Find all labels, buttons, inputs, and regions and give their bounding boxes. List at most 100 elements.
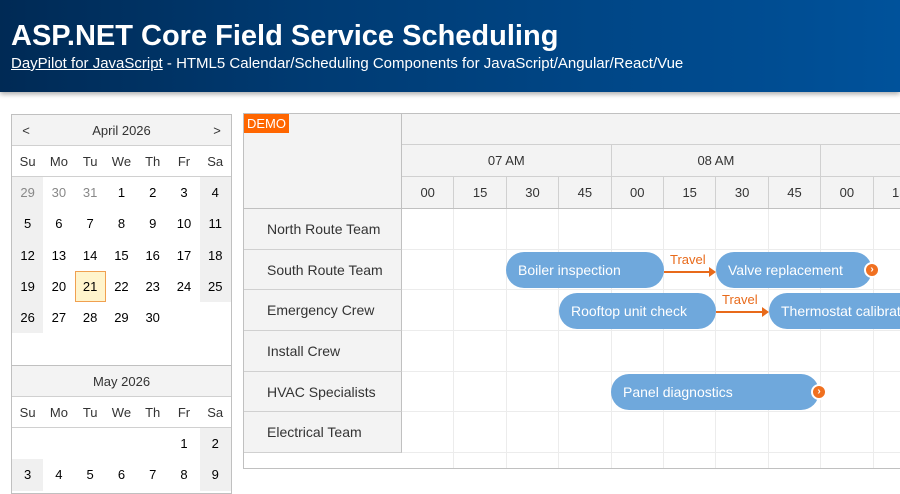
minute-header-cell: 15 bbox=[874, 177, 900, 208]
day-cell-empty bbox=[168, 302, 199, 333]
day-cell[interactable]: 26 bbox=[12, 302, 44, 334]
day-cell[interactable]: 9 bbox=[137, 208, 168, 239]
schedule-grid[interactable]: Boiler inspection Valve replacement › Rooft… bbox=[402, 209, 900, 468]
event-text: Rooftop unit check bbox=[571, 302, 687, 319]
event-text: Boiler inspection bbox=[518, 262, 621, 279]
day-cell[interactable]: 2 bbox=[199, 428, 231, 460]
day-cell[interactable]: 17 bbox=[168, 240, 199, 271]
event-bar[interactable]: Boiler inspection bbox=[506, 252, 664, 289]
day-cell[interactable]: 6 bbox=[43, 208, 74, 239]
day-cell[interactable]: 3 bbox=[168, 177, 199, 208]
weekday-label: Tu bbox=[82, 154, 98, 169]
day-cell[interactable]: 11 bbox=[199, 208, 231, 240]
scheduler-corner: DEMO bbox=[244, 114, 402, 209]
page-header: ASP.NET Core Field Service Scheduling Da… bbox=[0, 0, 900, 92]
day-cell[interactable]: 31 bbox=[75, 177, 106, 208]
subtitle-text: - HTML5 Calendar/Scheduling Components f… bbox=[162, 55, 684, 72]
day-cell[interactable]: 2 bbox=[137, 177, 168, 208]
day-cell-empty bbox=[106, 428, 137, 459]
day-cell[interactable]: 4 bbox=[43, 459, 74, 490]
minute-header-cell: 15 bbox=[664, 177, 717, 208]
daypilot-link[interactable]: DayPilot for JavaScript bbox=[11, 55, 163, 72]
day-cell-empty bbox=[137, 428, 168, 459]
day-cell[interactable]: 10 bbox=[168, 208, 199, 239]
day-cell[interactable]: 1 bbox=[168, 428, 199, 459]
weekday-label: Su bbox=[19, 154, 36, 169]
minute-header-cell: 30 bbox=[716, 177, 769, 208]
resource-row-header[interactable]: Install Crew bbox=[244, 331, 402, 372]
weekday-label: Th bbox=[145, 405, 161, 420]
timeline-minute-header: 00153045001530450015 bbox=[402, 177, 900, 209]
event-bar[interactable]: Panel diagnostics › bbox=[611, 374, 827, 411]
day-cell[interactable]: 30 bbox=[43, 177, 74, 208]
day-cell[interactable]: 23 bbox=[137, 271, 168, 302]
day-cell[interactable]: 16 bbox=[137, 240, 168, 271]
weekday-label: Mo bbox=[49, 154, 68, 169]
day-cell[interactable]: 18 bbox=[199, 239, 231, 271]
day-cell[interactable]: 6 bbox=[106, 459, 137, 490]
day-cell[interactable]: 7 bbox=[137, 459, 168, 490]
minute-header-cell: 00 bbox=[821, 177, 874, 208]
day-cell[interactable]: 30 bbox=[137, 302, 168, 333]
hour-header-cell: 08 AM bbox=[612, 145, 822, 176]
timeline-hour-header: 07 AM 08 AM bbox=[402, 145, 900, 177]
weekday-label: Sa bbox=[207, 405, 224, 420]
hour-header-cell: 07 AM bbox=[402, 145, 612, 176]
month-days: 12 3456789 bbox=[12, 428, 231, 491]
minute-header-cell: 45 bbox=[559, 177, 612, 208]
minute-header-cell: 30 bbox=[507, 177, 560, 208]
day-cell[interactable]: 8 bbox=[106, 208, 137, 239]
month-header: May 2026 bbox=[12, 366, 231, 397]
event-bar[interactable]: Valve replacement › bbox=[716, 252, 880, 289]
weekday-label: Fr bbox=[177, 405, 191, 420]
prev-month-button[interactable]: < bbox=[12, 115, 40, 146]
month-days: 29 30 31 1 2 3 4 5 6 7 8 9 10 11 12 13 14 15 16 17 18 19 20 21 2… bbox=[12, 177, 231, 365]
day-cell[interactable]: 5 bbox=[75, 459, 106, 490]
timeline-day-header bbox=[402, 114, 900, 145]
resource-row-header[interactable]: HVAC Specialists bbox=[244, 371, 402, 413]
demo-badge: DEMO bbox=[244, 114, 289, 133]
day-cell[interactable]: 14 bbox=[75, 240, 106, 271]
page-title: ASP.NET Core Field Service Scheduling bbox=[11, 20, 559, 52]
day-cell[interactable]: 3 bbox=[12, 459, 44, 491]
day-cell[interactable]: 29 bbox=[106, 302, 137, 333]
day-cell[interactable]: 29 bbox=[12, 177, 44, 209]
travel-connector: Travel bbox=[664, 252, 716, 277]
resource-row-header[interactable]: South Route Team bbox=[244, 249, 402, 291]
day-cell[interactable]: 21 bbox=[74, 270, 106, 303]
day-of-week-row: Su Mo Tu We Th Fr Sa bbox=[12, 397, 231, 428]
day-cell[interactable]: 24 bbox=[168, 271, 199, 302]
event-bar[interactable]: Rooftop unit check bbox=[559, 292, 716, 329]
month-title: May 2026 bbox=[92, 373, 151, 389]
day-cell[interactable]: 8 bbox=[168, 459, 199, 490]
day-cell[interactable]: 25 bbox=[199, 270, 231, 303]
resource-list: North Route Team South Route Team Emergenc… bbox=[244, 209, 402, 454]
day-cell[interactable]: 27 bbox=[43, 302, 74, 333]
day-cell[interactable]: 1 bbox=[106, 177, 137, 208]
day-cell[interactable]: 20 bbox=[43, 271, 74, 302]
event-text: Panel diagnostics bbox=[623, 384, 733, 401]
day-cell[interactable]: 12 bbox=[12, 239, 44, 271]
day-cell[interactable]: 15 bbox=[106, 240, 137, 271]
resource-row-header[interactable]: Electrical Team bbox=[244, 412, 402, 454]
event-text: Valve replacement bbox=[728, 262, 843, 279]
day-cell[interactable]: 9 bbox=[199, 459, 231, 491]
day-cell[interactable]: 28 bbox=[75, 302, 106, 333]
month-header: < April 2026 > bbox=[12, 115, 231, 146]
weekday-label: Su bbox=[19, 405, 36, 420]
day-cell[interactable]: 13 bbox=[43, 240, 74, 271]
navigator-month-april: < April 2026 > Su Mo Tu We Th Fr Sa 29 30 31 1 2 3 4… bbox=[12, 115, 231, 365]
travel-line bbox=[716, 311, 763, 314]
event-bar[interactable]: Thermostat calibration bbox=[769, 292, 900, 329]
day-cell[interactable]: 5 bbox=[12, 208, 44, 240]
day-cell[interactable]: 7 bbox=[75, 208, 106, 239]
day-cell[interactable]: 19 bbox=[12, 270, 44, 303]
next-month-button[interactable]: > bbox=[203, 115, 231, 146]
day-of-week-row: Su Mo Tu We Th Fr Sa bbox=[12, 146, 231, 177]
month-title: April 2026 bbox=[92, 122, 151, 138]
day-cell[interactable]: 4 bbox=[199, 177, 231, 209]
day-cell-empty bbox=[75, 428, 106, 459]
resource-row-header[interactable]: Emergency Crew bbox=[244, 290, 402, 332]
resource-row-header[interactable]: North Route Team bbox=[244, 209, 402, 250]
day-cell[interactable]: 22 bbox=[106, 271, 137, 302]
